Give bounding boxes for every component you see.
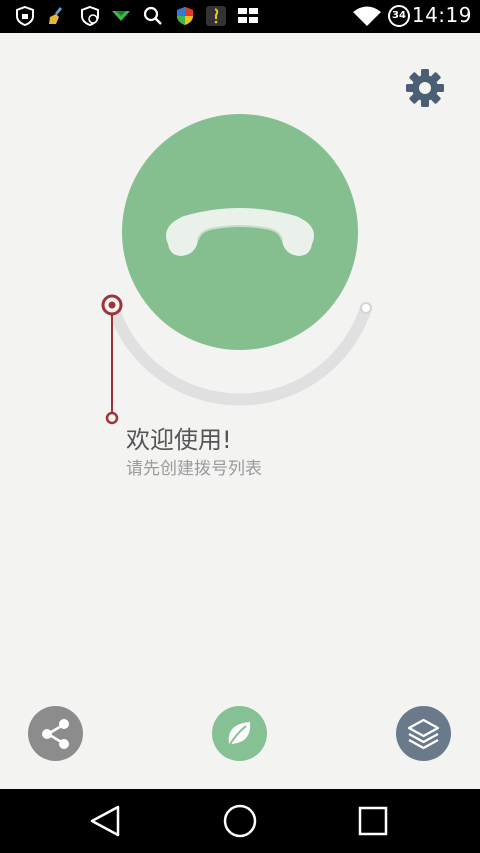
layers-button[interactable] <box>396 706 451 761</box>
home-button[interactable] <box>220 801 260 841</box>
back-button[interactable] <box>86 801 126 841</box>
leaf-icon <box>228 722 251 747</box>
layers-icon <box>407 718 440 750</box>
main-call-circle[interactable] <box>122 114 358 350</box>
home-icon <box>223 804 257 838</box>
welcome-title: 欢迎使用! <box>126 426 232 454</box>
hero-illustration <box>101 114 372 425</box>
navigation-bar <box>0 789 480 853</box>
recents-icon <box>358 806 388 836</box>
back-icon <box>90 805 120 837</box>
leaf-button[interactable] <box>212 706 267 761</box>
arc-end-dot <box>360 302 372 314</box>
share-icon <box>42 719 69 749</box>
timeline-end-dot <box>105 411 119 425</box>
share-button[interactable] <box>28 706 83 761</box>
welcome-subtitle: 请先创建拨号列表 <box>126 459 262 479</box>
recents-button[interactable] <box>353 801 393 841</box>
